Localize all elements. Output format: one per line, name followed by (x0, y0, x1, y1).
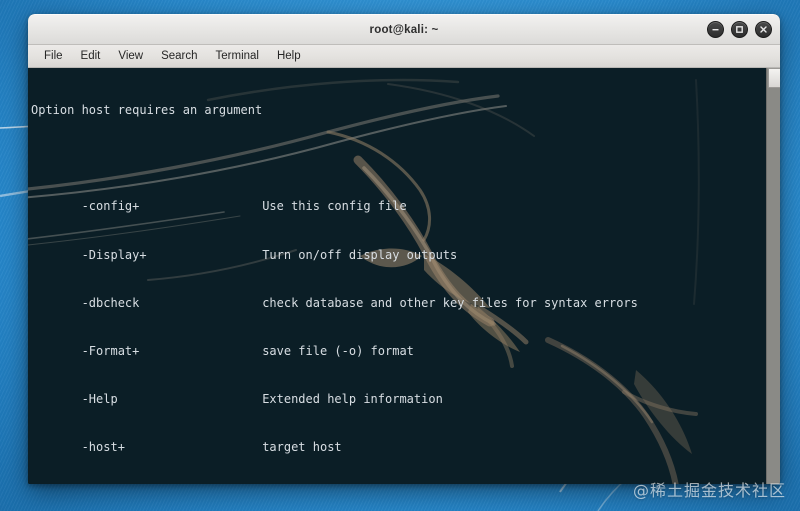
window-titlebar[interactable]: root@kali: ~ (28, 14, 780, 45)
terminal-option-line: -config+ Use this config file (31, 199, 407, 214)
terminal-option-line: -Format+ save file (-o) format (31, 343, 414, 358)
terminal-option-line: -Display+ Turn on/off display outputs (31, 247, 458, 262)
terminal-scrollbar-thumb[interactable] (768, 68, 780, 88)
terminal-scrollbar[interactable] (766, 68, 780, 484)
window-title: root@kali: ~ (369, 23, 439, 36)
minimize-button[interactable] (707, 21, 724, 38)
terminal-line-error: Option host requires an argument (31, 103, 263, 118)
terminal-output: Option host requires an argument -config… (28, 68, 766, 484)
close-button[interactable] (755, 21, 772, 38)
desktop: root@kali: ~ File Edit View Search Termi… (0, 0, 800, 511)
menu-item-help[interactable]: Help (269, 48, 309, 64)
terminal-viewport[interactable]: Option host requires an argument -config… (28, 68, 766, 484)
menubar[interactable]: File Edit View Search Terminal Help (28, 45, 780, 68)
menu-item-view[interactable]: View (110, 48, 151, 64)
window-controls (707, 15, 772, 44)
maximize-button[interactable] (731, 21, 748, 38)
terminal-option-line: -dbcheck check database and other key fi… (31, 295, 638, 310)
menu-item-search[interactable]: Search (153, 48, 205, 64)
menu-item-terminal[interactable]: Terminal (208, 48, 267, 64)
terminal-window[interactable]: root@kali: ~ File Edit View Search Termi… (28, 14, 780, 484)
terminal-option-line: -Help Extended help information (31, 391, 443, 406)
terminal-body[interactable]: Option host requires an argument -config… (28, 68, 780, 484)
menu-item-edit[interactable]: Edit (73, 48, 109, 64)
menu-item-file[interactable]: File (36, 48, 71, 64)
terminal-option-line: -host+ target host (31, 440, 342, 455)
